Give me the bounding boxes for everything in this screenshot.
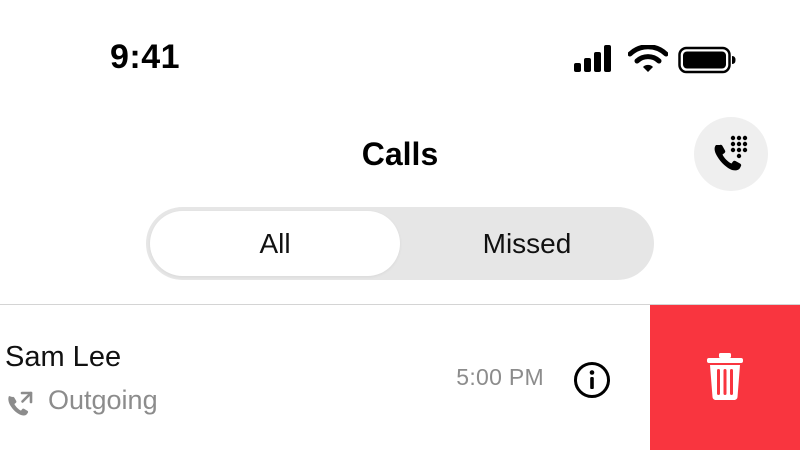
delete-button[interactable] bbox=[650, 305, 800, 450]
cellular-signal-icon bbox=[574, 45, 611, 72]
phone-keypad-icon bbox=[714, 135, 748, 171]
segment-missed[interactable]: Missed bbox=[400, 207, 654, 280]
call-time: 5:00 PM bbox=[456, 364, 544, 390]
contact-name: Sam Lee bbox=[5, 341, 122, 373]
info-icon[interactable] bbox=[572, 360, 612, 400]
call-filter-segmented-control: All Missed bbox=[146, 207, 654, 280]
status-icons bbox=[572, 44, 737, 76]
outgoing-call-icon bbox=[8, 391, 33, 416]
call-type-label: Outgoing bbox=[48, 385, 158, 415]
status-time: 9:41 bbox=[110, 38, 181, 76]
page-title: Calls bbox=[361, 136, 439, 172]
trash-icon bbox=[707, 353, 743, 400]
battery-icon bbox=[678, 46, 736, 74]
dialpad-button[interactable] bbox=[694, 117, 768, 191]
wifi-icon bbox=[628, 45, 668, 72]
calls-screen: 9:41 Calls All Missed Sam Lee Outgoing 5… bbox=[0, 0, 800, 450]
call-row[interactable]: Sam Lee Outgoing 5:00 PM bbox=[0, 305, 650, 450]
segment-all[interactable]: All bbox=[150, 211, 400, 276]
